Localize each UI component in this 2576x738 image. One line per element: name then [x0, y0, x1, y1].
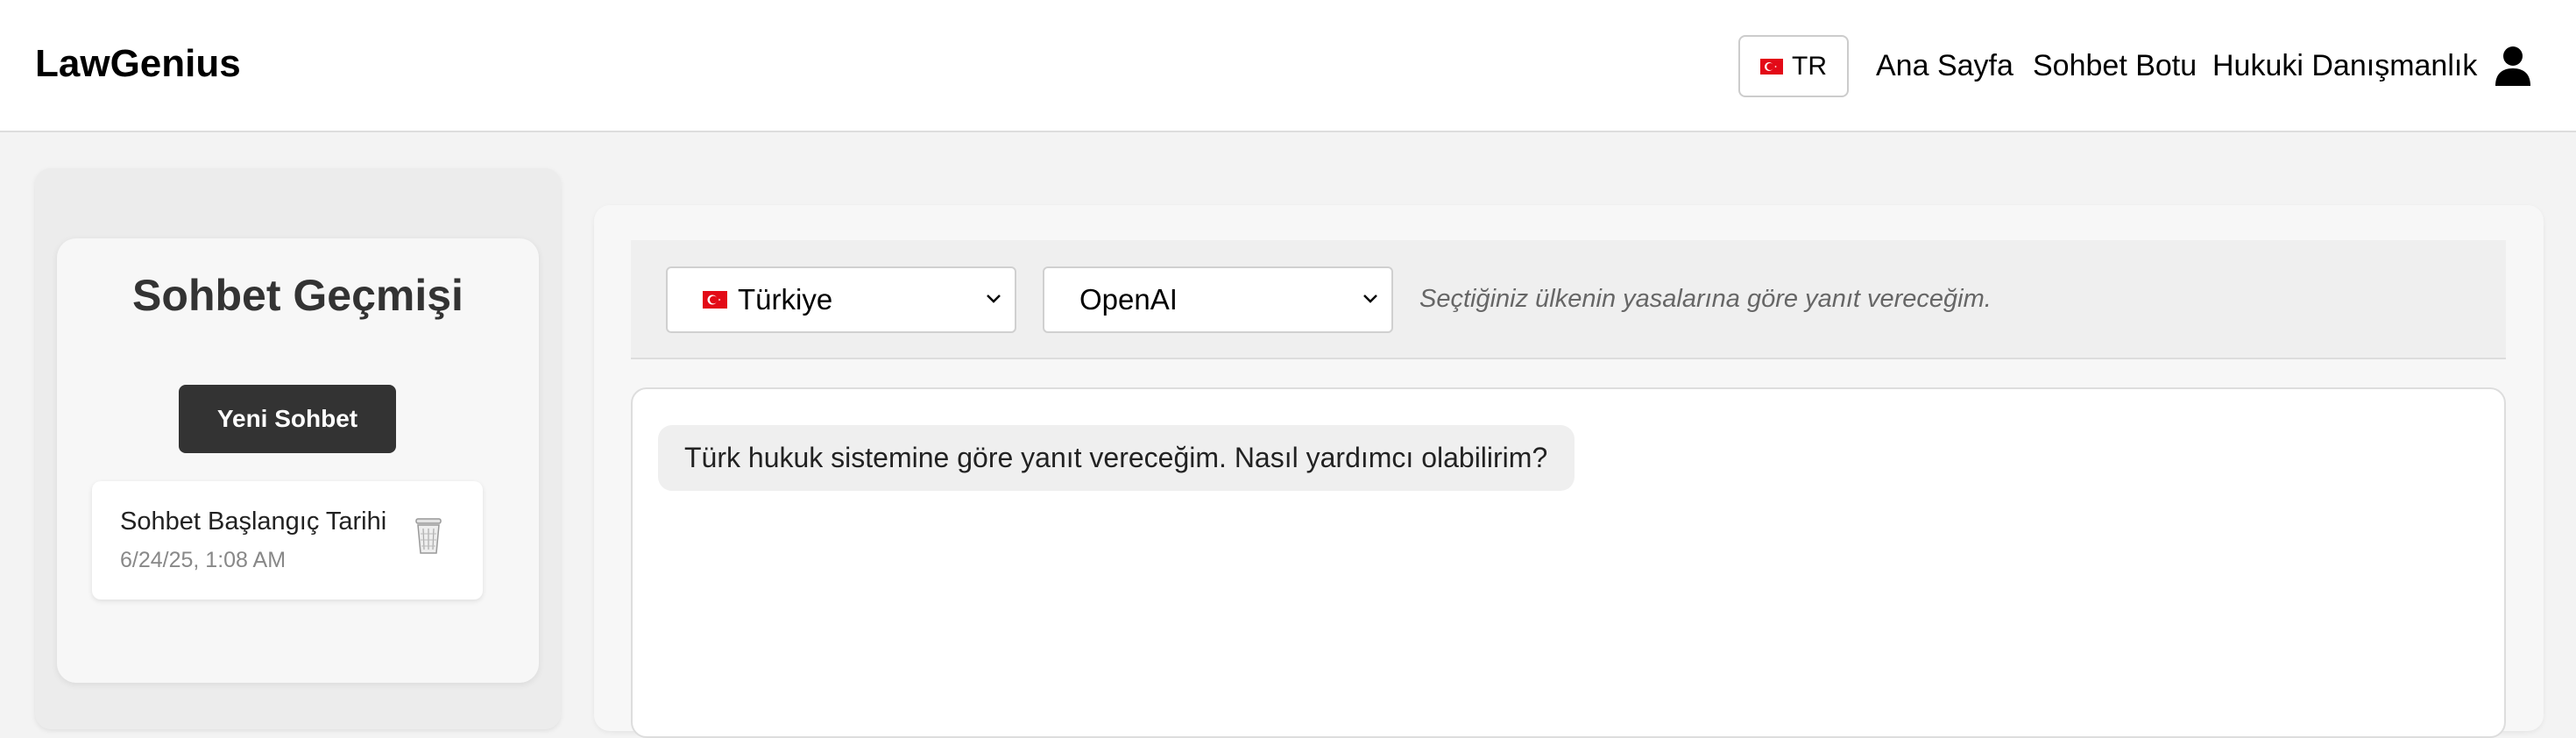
chevron-down-icon — [1363, 294, 1377, 303]
country-select[interactable]: Türkiye — [666, 266, 1016, 333]
chat-history-title: Sohbet Geçmişi — [132, 271, 464, 320]
top-navbar: LawGenius TR Ana Sayfa Sohbet Botu Hukuk… — [0, 0, 2576, 132]
history-item-title: Sohbet Başlangıç Tarihi — [120, 507, 387, 536]
user-icon[interactable] — [2494, 46, 2532, 86]
nav-legal-advice-link[interactable]: Hukuki Danışmanlık — [2212, 49, 2477, 83]
model-select[interactable]: OpenAI — [1043, 266, 1393, 333]
nav-home-link[interactable]: Ana Sayfa — [1876, 49, 2013, 83]
chat-history-card: Sohbet Geçmişi Yeni Sohbet Sohbet Başlan… — [57, 238, 539, 683]
model-select-value: OpenAI — [1079, 283, 1178, 316]
language-button[interactable]: TR — [1738, 35, 1849, 97]
jurisdiction-hint: Seçtiğiniz ülkenin yasalarına göre yanıt… — [1419, 285, 1992, 313]
nav-chatbot-link[interactable]: Sohbet Botu — [2033, 49, 2197, 83]
brand-logo[interactable]: LawGenius — [35, 42, 241, 86]
chevron-down-icon — [987, 294, 1001, 303]
history-item[interactable]: Sohbet Başlangıç Tarihi 6/24/25, 1:08 AM — [92, 481, 483, 600]
assistant-message: Türk hukuk sistemine göre yanıt vereceği… — [658, 425, 1575, 491]
turkey-flag-icon — [1760, 58, 1783, 75]
language-label: TR — [1792, 51, 1827, 81]
trash-icon[interactable] — [411, 516, 446, 555]
country-select-value: Türkiye — [738, 283, 833, 316]
new-chat-button[interactable]: Yeni Sohbet — [179, 385, 396, 453]
history-item-date: 6/24/25, 1:08 AM — [120, 548, 287, 572]
turkey-flag-icon — [703, 291, 727, 309]
